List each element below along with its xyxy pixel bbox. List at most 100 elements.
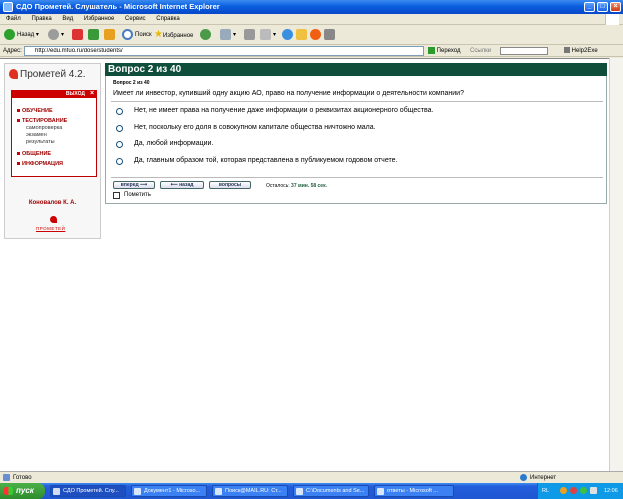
stop-icon [72, 28, 83, 40]
footer-logo-icon [50, 216, 57, 223]
mail-ru-button[interactable] [310, 28, 323, 42]
print-icon [244, 28, 255, 40]
address-input[interactable] [24, 46, 424, 56]
history-button[interactable] [200, 28, 213, 42]
forward-button-nav[interactable]: вперед ⟶ [113, 181, 155, 189]
messenger-icon [282, 28, 293, 40]
prometheus-logo-icon [9, 69, 18, 79]
tray-icon-3[interactable] [580, 487, 587, 494]
menu-bar: Файл Правка Вид Избранное Сервис Справка [0, 14, 623, 25]
taskbar-item-answers[interactable]: ответы - Microsoft ... [374, 485, 454, 497]
tray-icon-4[interactable] [590, 487, 597, 494]
question-header: Вопрос 2 из 40 [105, 63, 607, 76]
tool-icon [324, 28, 335, 40]
close-button[interactable]: × [610, 2, 621, 12]
ie-app-icon [3, 2, 13, 12]
answer-text-3[interactable]: Да, любой информации. [134, 140, 213, 147]
exit-close-icon[interactable]: × [88, 90, 96, 98]
address-label: Адрес: [3, 48, 22, 54]
search-button[interactable]: Поиск [122, 28, 152, 42]
vertical-scrollbar[interactable] [609, 58, 623, 471]
answer-radio-4[interactable] [116, 158, 123, 165]
menu-favorites[interactable]: Избранное [84, 16, 114, 22]
mark-label[interactable]: Пометить [124, 192, 151, 198]
taskbar-item-explorer[interactable]: C:\Documents and Se... [293, 485, 369, 497]
maximize-button[interactable]: □ [597, 2, 608, 12]
answer-text-2[interactable]: Нет, поскольку его доля в совокупном кап… [134, 124, 376, 131]
system-tray: RL 12:06 [537, 483, 623, 499]
footer-logo-link[interactable]: ПРОМЕТЕЙ [36, 226, 65, 231]
folder-button[interactable] [296, 28, 309, 42]
tray-icon-1[interactable] [560, 487, 567, 494]
back-button-nav[interactable]: ⟵ назад [160, 181, 204, 189]
arrow-left-icon: ⟵ [170, 182, 178, 188]
tray-icon-2[interactable] [570, 487, 577, 494]
at-sign-icon [310, 28, 321, 40]
answer-text-4[interactable]: Да, главным образом той, которая предста… [134, 157, 397, 164]
windows-logo-icon [605, 14, 619, 25]
sidebar-subitem-results[interactable]: результаты [26, 139, 55, 145]
sidebar-item-learning[interactable]: ОБУЧЕНИЕ [17, 108, 53, 114]
globe-icon [520, 474, 527, 481]
status-bar: Готово Интернет [0, 471, 623, 483]
links-label[interactable]: Ссылки [470, 45, 491, 57]
menu-file[interactable]: Файл [6, 16, 21, 22]
language-indicator[interactable]: RL [542, 483, 549, 499]
question-number: Вопрос 2 из 40 [113, 80, 150, 86]
sidebar-item-information[interactable]: ИНФОРМАЦИЯ [17, 161, 63, 167]
go-button[interactable]: Переход [428, 45, 461, 57]
window-title: СДО Прометей. Слушатель - Microsoft Inte… [16, 2, 220, 11]
arrow-right-icon: ⟶ [140, 182, 148, 188]
sidebar-subitem-selfcheck[interactable]: самопроверка [26, 125, 62, 131]
menu-tools[interactable]: Сервис [125, 16, 146, 22]
sidebar-item-testing[interactable]: ТЕСТИРОВАНИЕ [17, 118, 67, 124]
star-icon: ★ [154, 29, 163, 40]
folder-icon [296, 28, 307, 40]
taskbar-item-word[interactable]: Документ1 - Microso... [131, 485, 207, 497]
mail-icon [220, 28, 231, 40]
page-done-icon [3, 474, 10, 481]
time-remaining: Осталось: 37 мин. 58 сек. [266, 183, 327, 189]
go-arrow-icon [428, 46, 435, 54]
back-button[interactable]: Назад ▾ [4, 28, 39, 42]
print-button[interactable] [244, 28, 257, 42]
minimize-button[interactable]: _ [584, 2, 595, 12]
edit-icon [260, 28, 271, 40]
answer-radio-1[interactable] [116, 108, 123, 115]
toolbar-plugin-box[interactable] [500, 47, 548, 55]
taskbar-item-mail-search[interactable]: Поиск@MAIL.RU: Ст... [212, 485, 288, 497]
time-remaining-value: 37 мин. 58 сек. [291, 183, 327, 189]
mark-checkbox[interactable] [113, 192, 120, 199]
history-icon [200, 28, 211, 40]
messenger-button[interactable] [282, 28, 295, 42]
refresh-icon [88, 28, 99, 40]
windows-flag-icon [4, 487, 13, 495]
favorites-button[interactable]: ★Избранное [154, 28, 193, 42]
user-name: Коновалов К. А. [28, 200, 77, 206]
window-title-bar[interactable]: СДО Прометей. Слушатель - Microsoft Inte… [0, 0, 623, 14]
menu-view[interactable]: Вид [62, 16, 73, 22]
search-icon [122, 28, 133, 40]
answer-radio-3[interactable] [116, 141, 123, 148]
home-button[interactable] [104, 28, 117, 42]
menu-edit[interactable]: Правка [31, 16, 51, 22]
stop-button[interactable] [72, 28, 85, 42]
taskbar-item-ie[interactable]: СДО Прометей. Слу... [50, 485, 126, 497]
sidebar-subitem-exam[interactable]: экзамен [26, 132, 47, 138]
sidebar-item-communication[interactable]: ОБЩЕНИЕ [17, 151, 51, 157]
toolbar: Назад ▾ ▾ Поиск ★Избранное ▾ ▾ [0, 25, 623, 45]
answer-radio-2[interactable] [116, 125, 123, 132]
mail-button[interactable]: ▾ [220, 28, 236, 42]
refresh-button[interactable] [88, 28, 101, 42]
menu-help[interactable]: Справка [156, 16, 180, 22]
exit-button[interactable]: ВЫХОД [11, 90, 97, 98]
forward-arrow-icon [48, 28, 59, 40]
forward-button[interactable]: ▾ [48, 28, 64, 42]
tool-button[interactable] [324, 28, 337, 42]
questions-button[interactable]: вопросы [209, 181, 251, 189]
edit-button[interactable]: ▾ [260, 28, 276, 42]
question-text: Имеет ли инвестор, купивший одну акцию А… [113, 90, 464, 97]
divider [111, 101, 603, 102]
divider [111, 177, 603, 178]
answer-text-1[interactable]: Нет, не имеет права на получение даже ин… [134, 107, 433, 114]
